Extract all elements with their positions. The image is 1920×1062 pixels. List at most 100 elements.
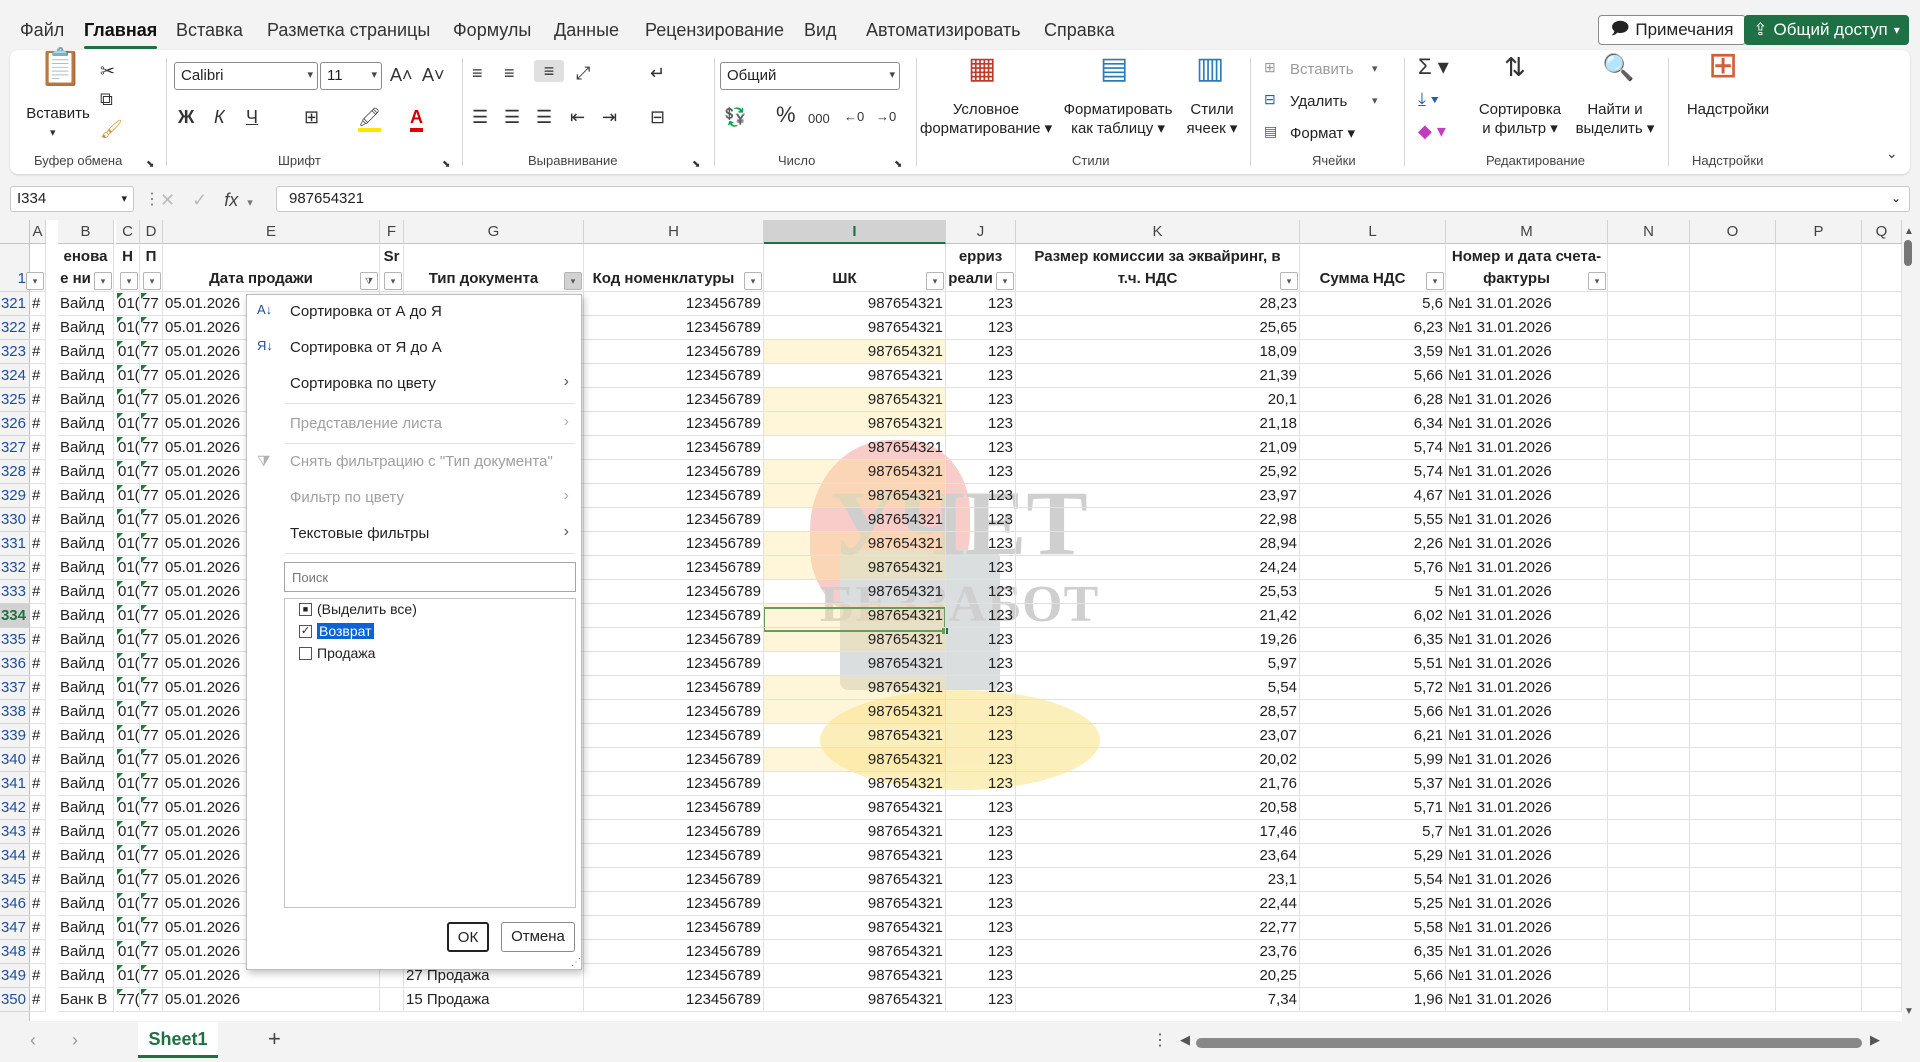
- cell-j[interactable]: 123: [946, 364, 1016, 388]
- cell-j[interactable]: 123: [946, 676, 1016, 700]
- cell-commission[interactable]: 20,58: [1016, 796, 1300, 820]
- cell-name[interactable]: Вайлд: [58, 844, 114, 868]
- cell-empty[interactable]: [1776, 484, 1862, 508]
- cell-name[interactable]: Банк В: [58, 988, 114, 1012]
- cell-empty[interactable]: [1690, 580, 1776, 604]
- cell-empty[interactable]: [1690, 340, 1776, 364]
- cell-f[interactable]: [380, 988, 404, 1012]
- column-header-a[interactable]: A: [30, 220, 46, 244]
- cell-empty[interactable]: [1690, 772, 1776, 796]
- cell-item-code[interactable]: 123456789: [584, 604, 764, 628]
- cell-empty[interactable]: [1776, 388, 1862, 412]
- cell-invoice[interactable]: №1 31.01.2026: [1446, 892, 1608, 916]
- cell-vat-sum[interactable]: 5: [1300, 580, 1446, 604]
- find-select-button[interactable]: Найти и выделить ▾: [1570, 100, 1660, 138]
- cell-invoice[interactable]: №1 31.01.2026: [1446, 388, 1608, 412]
- menu-page-layout[interactable]: Разметка страницы: [267, 20, 430, 41]
- cell-empty[interactable]: [1776, 892, 1862, 916]
- cell-invoice[interactable]: №1 31.01.2026: [1446, 844, 1608, 868]
- cell-empty[interactable]: [1776, 292, 1862, 316]
- currency-icon[interactable]: 💱: [724, 106, 746, 128]
- cell-name[interactable]: Вайлд: [58, 724, 114, 748]
- cell-vat-sum[interactable]: 5,66: [1300, 700, 1446, 724]
- cell-commission[interactable]: 28,57: [1016, 700, 1300, 724]
- cell-vat-sum[interactable]: 6,35: [1300, 940, 1446, 964]
- cell-invoice[interactable]: №1 31.01.2026: [1446, 988, 1608, 1012]
- cell-empty[interactable]: [1862, 340, 1902, 364]
- cell-empty[interactable]: [1862, 532, 1902, 556]
- cell-empty[interactable]: [1776, 724, 1862, 748]
- cell-empty[interactable]: [1862, 940, 1902, 964]
- conditional-format-button[interactable]: Условное форматирование ▾: [920, 100, 1052, 138]
- cell-empty[interactable]: [1690, 988, 1776, 1012]
- next-sheet-icon[interactable]: ›: [72, 1030, 78, 1051]
- cell-j[interactable]: 123: [946, 460, 1016, 484]
- cell-empty[interactable]: [1690, 292, 1776, 316]
- cell-invoice[interactable]: №1 31.01.2026: [1446, 292, 1608, 316]
- cell-name[interactable]: Вайлд: [58, 964, 114, 988]
- row-header[interactable]: 331: [0, 532, 30, 556]
- row-header[interactable]: 347: [0, 916, 30, 940]
- cell-item-code[interactable]: 123456789: [584, 724, 764, 748]
- filter-dropdown-button-g[interactable]: ▾: [564, 272, 582, 290]
- scroll-up-icon[interactable]: ▲: [1904, 226, 1914, 237]
- cell-empty[interactable]: [1776, 364, 1862, 388]
- cell-empty[interactable]: [1690, 628, 1776, 652]
- cell-commission[interactable]: 22,44: [1016, 892, 1300, 916]
- cell-commission[interactable]: 21,09: [1016, 436, 1300, 460]
- collapse-ribbon-icon[interactable]: ⌄: [1886, 142, 1898, 164]
- row-header[interactable]: 332: [0, 556, 30, 580]
- row-header[interactable]: 322: [0, 316, 30, 340]
- cell-invoice[interactable]: №1 31.01.2026: [1446, 724, 1608, 748]
- cell-empty[interactable]: [1690, 652, 1776, 676]
- cell-empty[interactable]: [1776, 316, 1862, 340]
- cell-item-code[interactable]: 123456789: [584, 988, 764, 1012]
- cell-empty[interactable]: [1776, 340, 1862, 364]
- cell-vat-sum[interactable]: 5,71: [1300, 796, 1446, 820]
- select-all-checkbox[interactable]: ■: [299, 603, 312, 616]
- cell-j[interactable]: 123: [946, 484, 1016, 508]
- cell-invoice[interactable]: №1 31.01.2026: [1446, 340, 1608, 364]
- cell-item-code[interactable]: 123456789: [584, 892, 764, 916]
- cell-commission[interactable]: 22,98: [1016, 508, 1300, 532]
- more-options-icon[interactable]: ⋮: [144, 189, 160, 209]
- cell-j[interactable]: 123: [946, 316, 1016, 340]
- chevron-down-icon[interactable]: ▾: [247, 197, 253, 209]
- percent-button[interactable]: %: [776, 104, 796, 126]
- column-header-b[interactable]: B: [58, 220, 114, 244]
- cell-empty[interactable]: [1690, 940, 1776, 964]
- column-header-d[interactable]: D: [140, 220, 163, 244]
- cell-empty[interactable]: [1608, 988, 1690, 1012]
- cell-j[interactable]: 123: [946, 700, 1016, 724]
- autosum-icon[interactable]: Σ ▾: [1418, 56, 1449, 78]
- column-header-m[interactable]: M: [1446, 220, 1608, 244]
- row-header[interactable]: 343: [0, 820, 30, 844]
- cell-j[interactable]: 123: [946, 820, 1016, 844]
- cell-empty[interactable]: [1608, 436, 1690, 460]
- cell-empty[interactable]: [1690, 748, 1776, 772]
- cell-invoice[interactable]: №1 31.01.2026: [1446, 508, 1608, 532]
- return-checkbox[interactable]: ✓: [299, 625, 312, 638]
- cell-sale-date[interactable]: 05.01.2026: [163, 988, 380, 1012]
- cell-invoice[interactable]: №1 31.01.2026: [1446, 940, 1608, 964]
- cell-a[interactable]: #: [30, 460, 46, 484]
- row-header[interactable]: 330: [0, 508, 30, 532]
- menu-home[interactable]: Главная: [84, 20, 158, 49]
- cell-empty[interactable]: [1862, 988, 1902, 1012]
- menu-review[interactable]: Рецензирование: [645, 20, 784, 41]
- format-cells-icon[interactable]: ▤: [1264, 120, 1277, 142]
- row-header[interactable]: 321: [0, 292, 30, 316]
- cell-a[interactable]: #: [30, 988, 46, 1012]
- cell-barcode[interactable]: 987654321: [764, 964, 946, 988]
- prev-sheet-icon[interactable]: ‹: [30, 1030, 36, 1051]
- dialog-launcher-icon[interactable]: ⬊: [442, 154, 450, 176]
- cell-invoice[interactable]: №1 31.01.2026: [1446, 916, 1608, 940]
- cell-vat-sum[interactable]: 6,35: [1300, 628, 1446, 652]
- cell-j[interactable]: 123: [946, 412, 1016, 436]
- cell-barcode[interactable]: 987654321: [764, 484, 946, 508]
- cell-empty[interactable]: [1608, 676, 1690, 700]
- cell-vat-sum[interactable]: 5,6: [1300, 292, 1446, 316]
- insert-cells-button[interactable]: Вставить: [1290, 60, 1354, 79]
- column-header-n[interactable]: N: [1608, 220, 1690, 244]
- chevron-down-icon[interactable]: ▾: [1372, 58, 1378, 80]
